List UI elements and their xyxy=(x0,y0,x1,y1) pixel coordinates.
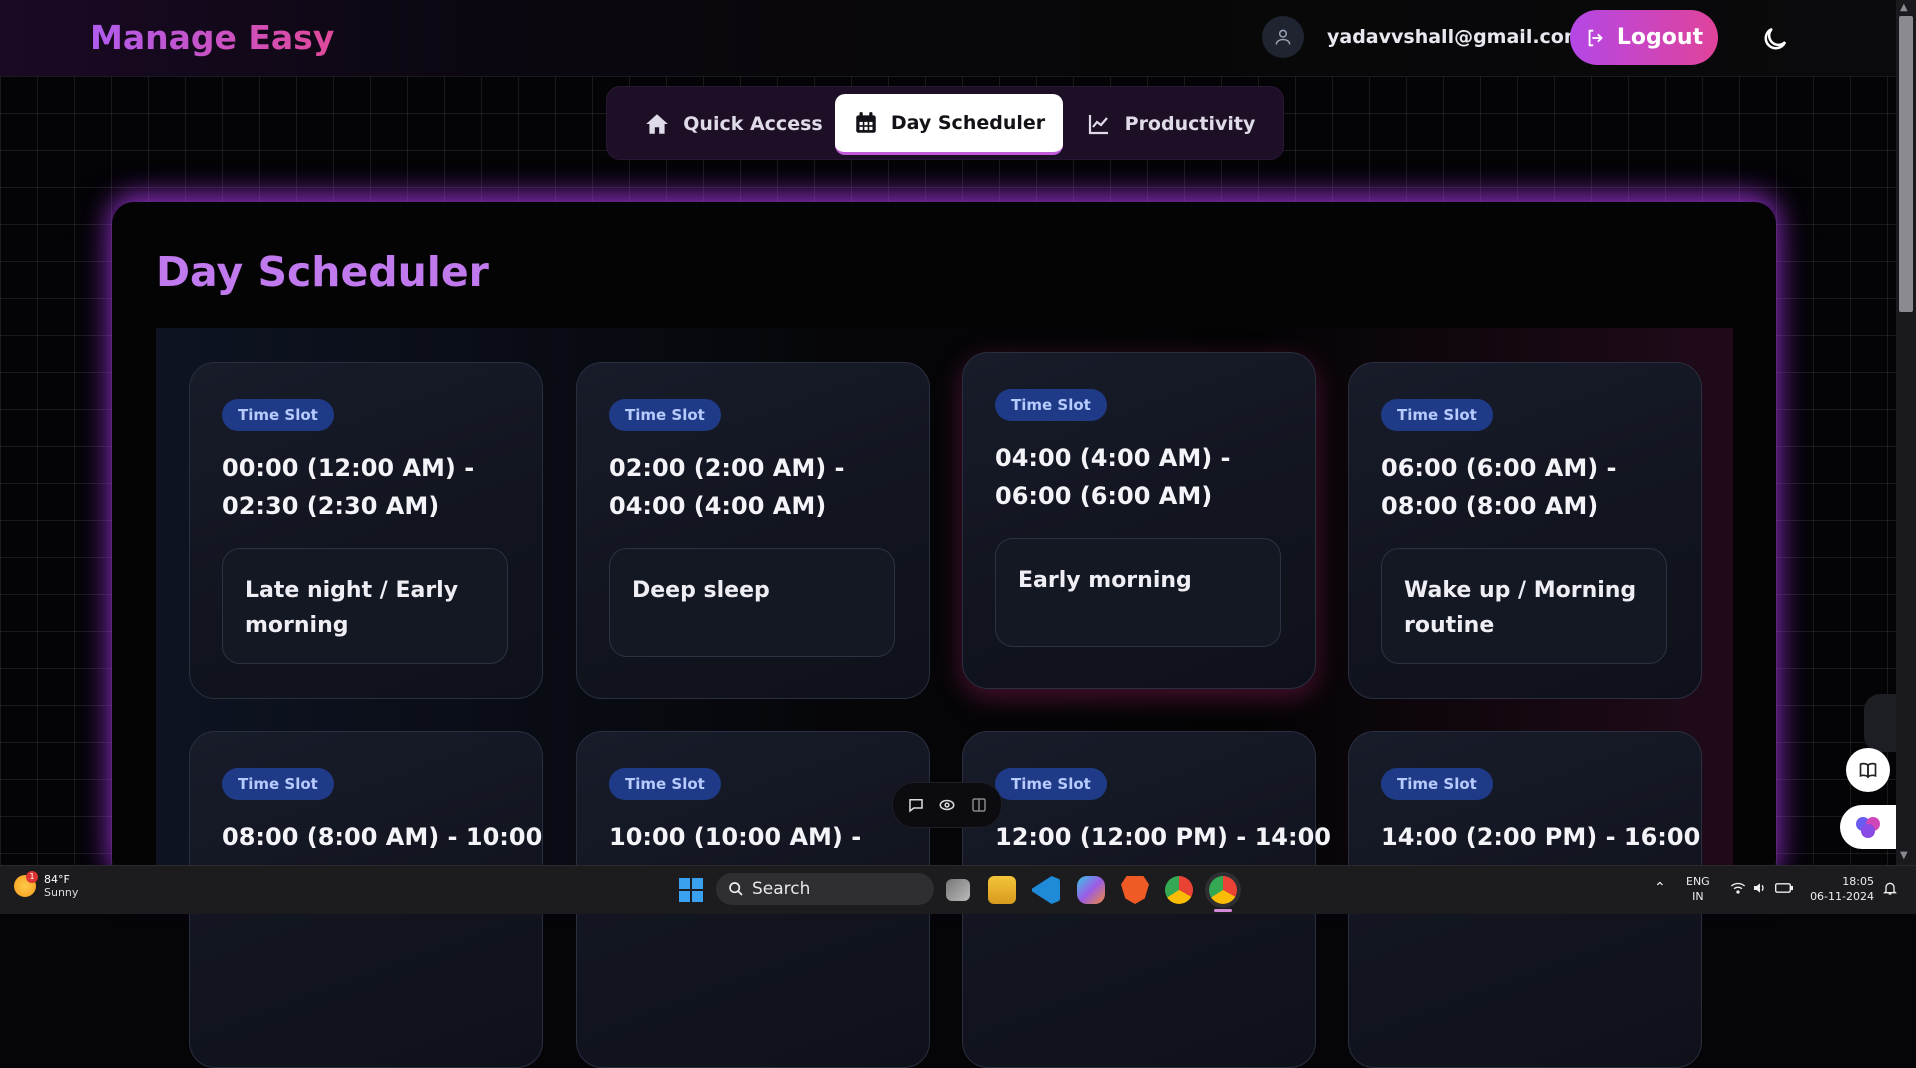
slot-description: Late night / Early morning xyxy=(245,578,459,638)
weather-condition: Sunny xyxy=(44,886,79,899)
volume-icon[interactable] xyxy=(1752,881,1768,895)
time-slot-badge: Time Slot xyxy=(222,768,334,800)
task-view-icon[interactable] xyxy=(946,879,970,901)
slot-time-range: 04:00 (4:00 AM) - 06:00 (6:00 AM) xyxy=(995,444,1231,510)
calendar-icon xyxy=(856,112,876,133)
slot-time-range: 14:00 (2:00 PM) - 16:00 xyxy=(1381,823,1701,851)
scroll-down-arrow[interactable]: ▼ xyxy=(1900,850,1908,861)
wifi-icon[interactable] xyxy=(1730,881,1746,895)
lang-bottom: IN xyxy=(1692,890,1704,903)
tab-productivity[interactable]: Productivity xyxy=(1077,94,1263,154)
taskbar-search[interactable]: Search xyxy=(716,873,934,905)
chrome-icon[interactable] xyxy=(1165,876,1193,904)
slot-description: Deep sleep xyxy=(632,578,770,603)
user-avatar[interactable] xyxy=(1262,16,1304,58)
time-slot-badge: Time Slot xyxy=(609,768,721,800)
scroll-up-arrow[interactable]: ▲ xyxy=(1900,2,1908,13)
logout-button[interactable]: Logout xyxy=(1570,10,1718,65)
top-navbar: Manage Easy yadavvshall@gmail.com Logout xyxy=(0,0,1896,77)
page-title: Day Scheduler xyxy=(156,248,489,296)
active-app-indicator xyxy=(1214,909,1232,912)
user-email: yadavvshall@gmail.com xyxy=(1327,26,1584,48)
brain-icon xyxy=(1856,817,1880,838)
ai-assistant-button[interactable] xyxy=(1840,805,1896,849)
slot-description: Early morning xyxy=(1018,568,1192,593)
slot-time-range: 06:00 (6:00 AM) - 08:00 (8:00 AM) xyxy=(1381,454,1617,520)
reader-button[interactable] xyxy=(1846,748,1890,792)
tab-quick-access[interactable]: Quick Access xyxy=(633,94,833,154)
slot-time-range: 00:00 (12:00 AM) - 02:30 (2:30 AM) xyxy=(222,454,475,520)
tab-label: Productivity xyxy=(1124,113,1256,135)
clock-date: 06-11-2024 xyxy=(1810,890,1874,903)
split-view-icon[interactable] xyxy=(970,796,988,814)
time-slot-card[interactable]: Time Slot 02:00 (2:00 AM) - 04:00 (4:00 … xyxy=(576,362,930,699)
logout-label: Logout xyxy=(1616,25,1704,50)
time-slot-card[interactable]: Time Slot 04:00 (4:00 AM) - 06:00 (6:00 … xyxy=(962,352,1316,689)
time-slot-badge: Time Slot xyxy=(1381,768,1493,800)
tab-day-scheduler[interactable]: Day Scheduler xyxy=(835,94,1063,155)
time-slot-card[interactable]: Time Slot 06:00 (6:00 AM) - 08:00 (8:00 … xyxy=(1348,362,1702,699)
chevron-up-icon[interactable]: ⌃ xyxy=(1654,880,1666,896)
slot-description-box[interactable]: Late night / Early morning xyxy=(222,548,508,664)
clock[interactable]: 18:05 06-11-2024 xyxy=(1810,874,1874,904)
tab-bar: Quick Access Day Scheduler Productivity xyxy=(606,86,1284,160)
tab-label: Quick Access xyxy=(683,113,823,135)
lang-top: ENG xyxy=(1686,875,1710,888)
search-icon xyxy=(729,882,743,896)
slot-time-range: 12:00 (12:00 PM) - 14:00 xyxy=(995,823,1331,851)
windows-start-icon[interactable] xyxy=(679,878,703,902)
time-slot-badge: Time Slot xyxy=(1381,399,1493,431)
notification-bell-icon[interactable] xyxy=(1882,880,1898,896)
moon-icon[interactable] xyxy=(1760,24,1790,54)
eye-icon[interactable] xyxy=(938,796,956,814)
slot-description-box[interactable]: Deep sleep xyxy=(609,548,895,657)
weather-temp: 84°F xyxy=(44,873,70,886)
slot-description-box[interactable]: Wake up / Morning routine xyxy=(1381,548,1667,664)
battery-icon[interactable] xyxy=(1775,881,1793,895)
language-indicator[interactable]: ENG IN xyxy=(1686,874,1710,904)
file-explorer-icon[interactable] xyxy=(988,876,1016,904)
logout-icon xyxy=(1588,29,1603,46)
book-icon xyxy=(1859,762,1877,779)
time-slot-badge: Time Slot xyxy=(609,399,721,431)
slot-time-range: 08:00 (8:00 AM) - 10:00 xyxy=(222,823,543,851)
brand-logo[interactable]: Manage Easy xyxy=(90,18,334,57)
slot-description-box[interactable]: Early morning xyxy=(995,538,1281,647)
side-partial-button[interactable] xyxy=(1864,694,1896,752)
chrome-active-icon[interactable] xyxy=(1209,876,1237,904)
time-slot-badge: Time Slot xyxy=(222,399,334,431)
comment-icon[interactable] xyxy=(907,796,925,814)
scrollbar-thumb[interactable] xyxy=(1899,16,1913,312)
slot-time-range: 02:00 (2:00 AM) - 04:00 (4:00 AM) xyxy=(609,454,845,520)
time-slot-badge: Time Slot xyxy=(995,389,1107,421)
slot-time-range: 10:00 (10:00 AM) - xyxy=(609,823,862,851)
sun-icon: 1 xyxy=(14,871,38,897)
floating-toolbar xyxy=(892,782,1002,828)
weather-badge: 1 xyxy=(26,871,38,883)
chart-line-icon xyxy=(1088,115,1108,135)
slot-description: Wake up / Morning routine xyxy=(1404,578,1637,638)
copilot-icon[interactable] xyxy=(1077,876,1105,904)
time-slot-badge: Time Slot xyxy=(995,768,1107,800)
home-icon xyxy=(646,114,669,134)
user-icon xyxy=(1275,29,1291,45)
time-slot-card[interactable]: Time Slot 00:00 (12:00 AM) - 02:30 (2:30… xyxy=(189,362,543,699)
weather-widget[interactable]: 1 84°F Sunny xyxy=(14,871,79,899)
tab-label: Day Scheduler xyxy=(890,112,1046,134)
clock-time: 18:05 xyxy=(1842,875,1874,888)
search-label: Search xyxy=(752,879,811,899)
